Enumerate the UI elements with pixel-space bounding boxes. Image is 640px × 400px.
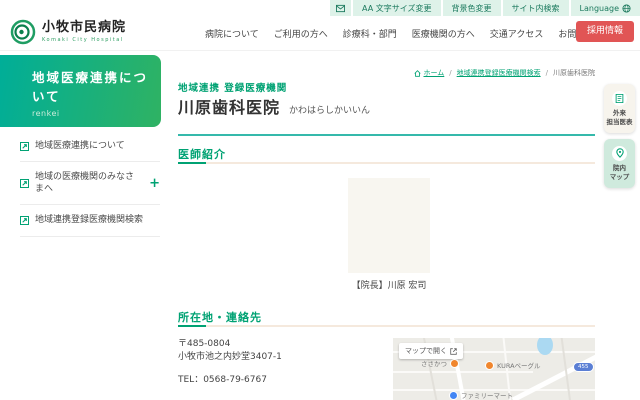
open-map-button[interactable]: マップで開く bbox=[399, 343, 463, 359]
sidebar-item-renkei-about[interactable]: 地域医療連携について bbox=[20, 131, 160, 162]
sidebar-title: 地域医療連携について bbox=[32, 68, 151, 107]
breadcrumb: ホーム / 地域連携登録医療機関検索 / 川原歯科医院 bbox=[178, 68, 595, 78]
float-button-label: 院内 マップ bbox=[610, 164, 630, 182]
language-label: Language bbox=[580, 4, 619, 13]
sidebar-item-label: 地域連携登録医療機関検索 bbox=[35, 214, 160, 226]
sidebar-subtitle: renkei bbox=[32, 109, 151, 118]
logo-text: 小牧市民病院 Komaki City Hospital bbox=[42, 21, 126, 42]
mail-icon bbox=[336, 4, 345, 13]
hospital-logo-icon bbox=[10, 19, 36, 45]
site-search-label: サイト内検索 bbox=[512, 3, 560, 14]
breadcrumb-separator: / bbox=[449, 69, 451, 77]
location-map[interactable]: マップで開く ささかつ KURAベーグル ファミリーマート 455 bbox=[393, 338, 595, 400]
breadcrumb-parent-link[interactable]: 地域連携登録医療機関検索 bbox=[457, 68, 541, 78]
sidebar-banner: 地域医療連携について renkei bbox=[0, 55, 161, 127]
globe-icon bbox=[622, 4, 631, 13]
logo-subtitle: Komaki City Hospital bbox=[42, 37, 126, 43]
main-nav: 病院について ご利用の方へ 診療科・部門 医療機関の方へ 交通アクセス お問い合… bbox=[205, 16, 612, 50]
breadcrumb-current: 川原歯科医院 bbox=[553, 68, 595, 78]
telephone: TEL：0568-79-6767 bbox=[178, 373, 267, 387]
mail-button[interactable] bbox=[330, 0, 351, 16]
nav-item-about[interactable]: 病院について bbox=[205, 27, 259, 40]
hospital-map-button[interactable]: 院内 マップ bbox=[604, 139, 635, 188]
logo-title: 小牧市民病院 bbox=[42, 21, 126, 35]
poi-label: KURAベーグル bbox=[497, 360, 541, 370]
contact-section-underline bbox=[178, 325, 595, 327]
nav-item-access[interactable]: 交通アクセス bbox=[490, 27, 544, 40]
breadcrumb-home-label: ホーム bbox=[423, 68, 444, 78]
home-icon bbox=[414, 70, 421, 77]
map-pin-icon bbox=[615, 148, 625, 158]
sidebar-menu: 地域医療連携について 地域の医療機関のみなさまへ + 地域連携登録医療機関検索 bbox=[20, 131, 160, 237]
arrow-square-icon bbox=[20, 179, 29, 188]
float-button-label: 外来 担当医表 bbox=[607, 109, 633, 127]
font-size-label: AA 文字サイズ変更 bbox=[362, 3, 431, 14]
language-button[interactable]: Language bbox=[571, 0, 640, 16]
poi-label: ファミリーマート bbox=[461, 390, 513, 400]
bg-color-button[interactable]: 背景色変更 bbox=[443, 0, 501, 16]
breadcrumb-parent-label: 地域連携登録医療機関検索 bbox=[457, 68, 541, 78]
sidebar-item-label: 地域の医療機関のみなさまへ bbox=[35, 171, 141, 195]
site-search-button[interactable]: サイト内検索 bbox=[503, 0, 569, 16]
site-header: 小牧市民病院 Komaki City Hospital 病院について ご利用の方… bbox=[0, 16, 640, 51]
map-poi-kura-bagel[interactable]: KURAベーグル bbox=[485, 360, 541, 370]
font-size-button[interactable]: AA 文字サイズ変更 bbox=[353, 0, 440, 16]
store-pin-icon bbox=[449, 391, 458, 400]
contact-section-heading: 所在地・連絡先 bbox=[178, 309, 262, 325]
category-label: 地域連携 登録医療機関 bbox=[178, 80, 287, 94]
restaurant-pin-icon bbox=[450, 359, 459, 368]
doctor-photo-caption: 【院長】川原 宏司 bbox=[338, 278, 440, 291]
clinic-name-kana: かわはらしかいいん bbox=[289, 103, 370, 116]
doctor-section-underline bbox=[178, 162, 595, 164]
sidebar-item-local-institutions[interactable]: 地域の医療機関のみなさまへ + bbox=[20, 162, 160, 205]
sidebar-item-label: 地域医療連携について bbox=[35, 140, 160, 152]
utility-bar: AA 文字サイズ変更 背景色変更 サイト内検索 Language bbox=[330, 0, 640, 16]
sidebar-item-registered-search[interactable]: 地域連携登録医療機関検索 bbox=[20, 205, 160, 236]
map-poi-familymart[interactable]: ファミリーマート bbox=[449, 390, 513, 400]
nav-item-departments[interactable]: 診療科・部門 bbox=[343, 27, 397, 40]
page-title: 川原歯科医院 かわはらしかいいん bbox=[178, 94, 370, 118]
open-map-label: マップで開く bbox=[405, 346, 447, 356]
restaurant-pin-icon bbox=[485, 361, 494, 370]
clinic-name: 川原歯科医院 bbox=[178, 94, 280, 118]
breadcrumb-separator: / bbox=[546, 69, 548, 77]
bg-color-label: 背景色変更 bbox=[452, 3, 492, 14]
nav-item-visitors[interactable]: ご利用の方へ bbox=[274, 27, 328, 40]
road-number-badge: 455 bbox=[573, 362, 594, 372]
street-address: 小牧市池之内妙堂3407-1 bbox=[178, 350, 282, 364]
expand-plus-icon[interactable]: + bbox=[149, 175, 160, 193]
content-divider bbox=[178, 134, 595, 136]
site-logo[interactable]: 小牧市民病院 Komaki City Hospital bbox=[10, 19, 126, 45]
icon-circle bbox=[612, 91, 627, 106]
arrow-square-icon bbox=[20, 142, 29, 151]
arrow-square-icon bbox=[20, 216, 29, 225]
breadcrumb-home-link[interactable]: ホーム bbox=[414, 68, 444, 78]
document-icon bbox=[615, 94, 624, 103]
nav-item-medical-institutions[interactable]: 医療機関の方へ bbox=[412, 27, 475, 40]
map-poi-sasakatsu[interactable]: ささかつ bbox=[421, 358, 459, 368]
doctor-photo bbox=[348, 178, 430, 273]
external-link-icon bbox=[450, 348, 457, 355]
poi-label: ささかつ bbox=[421, 358, 447, 368]
doctor-section-heading: 医師紹介 bbox=[178, 146, 226, 162]
outpatient-doctors-button[interactable]: 外来 担当医表 bbox=[604, 84, 635, 133]
recruit-button[interactable]: 採用情報 bbox=[576, 21, 634, 42]
icon-circle bbox=[612, 146, 627, 161]
